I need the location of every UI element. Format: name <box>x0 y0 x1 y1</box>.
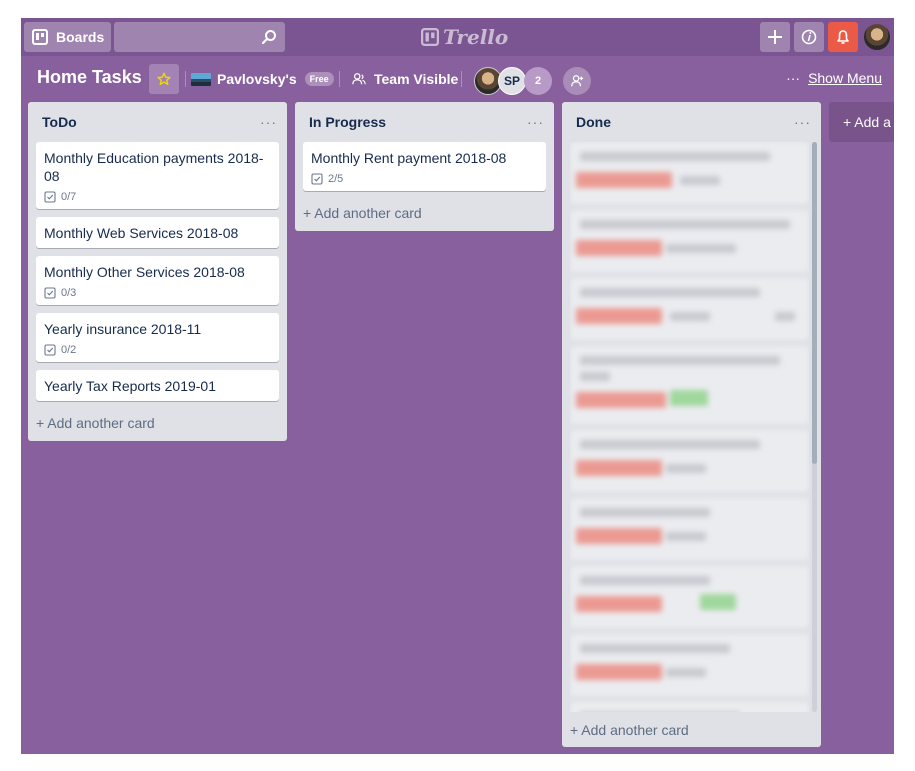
checklist-badge: 0/2 <box>44 344 271 356</box>
card[interactable] <box>570 346 809 424</box>
boards-button-label: Boards <box>56 29 105 45</box>
checklist-count: 0/7 <box>61 191 77 203</box>
team-name: Pavlovsky's <box>217 71 297 87</box>
card[interactable] <box>570 430 809 492</box>
notifications-button[interactable] <box>828 22 858 52</box>
card[interactable]: Yearly insurance 2018-11 0/2 <box>36 313 279 362</box>
info-button[interactable] <box>794 22 824 52</box>
invite-member-button[interactable] <box>563 67 591 95</box>
trello-app: Boards Trello Home Tasks Pavlovsky's Fre… <box>21 18 894 754</box>
card[interactable]: Monthly Other Services 2018-08 0/3 <box>36 256 279 305</box>
boards-icon <box>32 29 48 45</box>
search-box <box>114 22 285 52</box>
checklist-icon <box>44 344 56 356</box>
list-header: ToDo ··· <box>28 102 287 142</box>
card[interactable] <box>570 702 809 712</box>
done-list-scrollbar[interactable] <box>812 142 817 712</box>
boards-button[interactable]: Boards <box>24 22 111 52</box>
card[interactable]: Monthly Rent payment 2018-08 2/5 <box>303 142 546 191</box>
card[interactable] <box>570 566 809 628</box>
star-board-button[interactable] <box>149 64 179 94</box>
show-menu-label: Show Menu <box>808 70 882 86</box>
board-title[interactable]: Home Tasks <box>37 67 142 88</box>
checklist-icon <box>311 173 323 185</box>
card-title: Yearly Tax Reports 2019-01 <box>44 378 216 394</box>
card-title: Monthly Other Services 2018-08 <box>44 264 245 280</box>
card[interactable]: Yearly Tax Reports 2019-01 <box>36 370 279 401</box>
create-button[interactable] <box>760 22 790 52</box>
card-title: Monthly Web Services 2018-08 <box>44 225 239 241</box>
card[interactable] <box>570 634 809 696</box>
list-title[interactable]: ToDo <box>42 114 77 130</box>
card[interactable] <box>570 210 809 272</box>
bell-icon <box>837 30 849 44</box>
menu-dots-icon: ··· <box>786 70 801 86</box>
list-header: In Progress ··· <box>295 102 554 142</box>
add-list-button[interactable]: + Add a <box>829 102 894 142</box>
list-menu-icon[interactable]: ··· <box>260 114 277 130</box>
add-card-button[interactable]: + Add another card <box>28 409 287 441</box>
card-title: Monthly Education payments 2018-08 <box>44 150 264 184</box>
checklist-badge: 0/3 <box>44 287 271 299</box>
checklist-icon <box>44 287 56 299</box>
trello-logo-icon <box>421 28 439 46</box>
checklist-badge: 2/5 <box>311 173 538 185</box>
plus-icon <box>768 30 782 44</box>
checklist-badge: 0/7 <box>44 191 271 203</box>
list-menu-icon[interactable]: ··· <box>794 114 811 130</box>
team-button[interactable]: Pavlovsky's Free <box>191 64 334 94</box>
list-menu-icon[interactable]: ··· <box>527 114 544 130</box>
card[interactable] <box>570 278 809 340</box>
show-menu-button[interactable]: ··· Show Menu <box>786 70 882 86</box>
card-title: Monthly Rent payment 2018-08 <box>311 150 507 166</box>
team-thumbnail <box>191 72 211 86</box>
card[interactable]: Monthly Web Services 2018-08 <box>36 217 279 248</box>
top-header: Boards Trello <box>21 18 894 56</box>
card[interactable] <box>570 498 809 560</box>
card[interactable] <box>570 142 809 204</box>
list-todo: ToDo ··· Monthly Education payments 2018… <box>28 102 287 441</box>
free-badge: Free <box>304 72 334 86</box>
add-member-icon <box>571 75 584 87</box>
list-header: Done ··· <box>562 102 821 142</box>
trello-logo[interactable]: Trello <box>421 24 508 50</box>
member-more-count[interactable]: 2 <box>524 67 552 95</box>
card-title: Yearly insurance 2018-11 <box>44 321 202 337</box>
add-card-button[interactable]: + Add another card <box>295 199 554 231</box>
search-icon[interactable] <box>261 29 277 45</box>
list-in-progress: In Progress ··· Monthly Rent payment 201… <box>295 102 554 231</box>
member-avatar-sp[interactable]: SP <box>498 67 526 95</box>
separator <box>461 71 462 87</box>
list-done: Done ··· + Add another card <box>562 102 821 747</box>
list-title[interactable]: In Progress <box>309 114 386 130</box>
card[interactable]: Monthly Education payments 2018-08 0/7 <box>36 142 279 209</box>
info-icon <box>801 29 817 45</box>
visibility-label: Team Visible <box>374 71 459 87</box>
separator <box>185 71 186 87</box>
checklist-count: 0/2 <box>61 344 77 356</box>
list-title[interactable]: Done <box>576 114 611 130</box>
star-icon <box>157 72 171 86</box>
visibility-button[interactable]: Team Visible <box>352 64 458 94</box>
scrollbar-thumb[interactable] <box>812 142 817 464</box>
trello-logo-text: Trello <box>443 25 509 49</box>
add-card-button[interactable]: + Add another card <box>562 712 821 748</box>
search-input[interactable] <box>114 22 285 52</box>
team-visible-icon <box>352 73 366 85</box>
checklist-icon <box>44 191 56 203</box>
board-header: Home Tasks Pavlovsky's Free Team Visible… <box>21 56 894 102</box>
checklist-count: 2/5 <box>328 173 344 185</box>
done-cards-blurred <box>570 142 809 712</box>
separator <box>339 71 340 87</box>
user-avatar[interactable] <box>862 22 892 52</box>
checklist-count: 0/3 <box>61 287 77 299</box>
